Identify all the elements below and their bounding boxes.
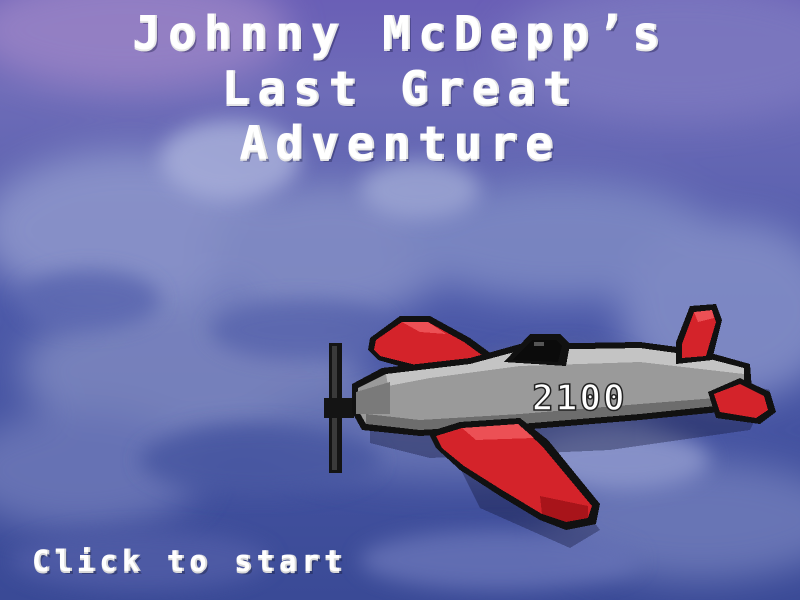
title-line-3: Adventure [239,116,561,170]
title-line-1: Johnny McDepp’s [132,6,668,60]
title-line-2: Last Great [221,61,579,115]
start-prompt[interactable]: Click to start [32,543,346,579]
game-screen[interactable]: Johnny McDepp’s Last Great Adventure 210… [0,0,800,600]
game-title: Johnny McDepp’s Last Great Adventure [0,6,800,171]
